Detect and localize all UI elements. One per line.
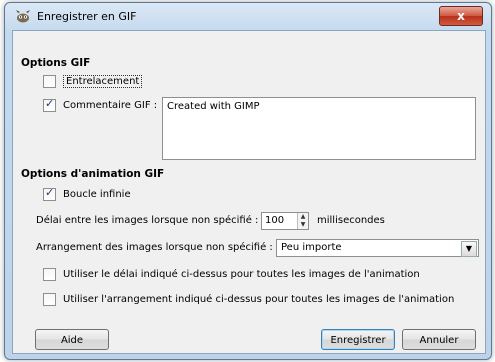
use-delay-label: Utiliser le délai indiqué ci-dessus pour… <box>63 269 420 280</box>
use-disposal-option[interactable]: Utiliser l'arrangement indiqué ci-dessus… <box>43 293 454 306</box>
interlace-checkbox[interactable] <box>43 75 56 88</box>
window-title: Enregistrer en GIF <box>37 10 137 23</box>
disposal-label: Arrangement des images lorsque non spéci… <box>36 242 273 253</box>
comment-label: Commentaire GIF : <box>63 100 158 111</box>
loop-label: Boucle infinie <box>63 189 131 200</box>
loop-option[interactable]: Boucle infinie <box>43 186 131 201</box>
save-button[interactable]: Enregistrer <box>321 329 395 350</box>
delay-label: Délai entre les images lorsque non spéci… <box>36 215 259 226</box>
cancel-button[interactable]: Annuler <box>402 329 476 350</box>
gimp-icon <box>16 10 30 23</box>
loop-checkbox[interactable] <box>43 186 56 201</box>
close-button[interactable]: x <box>439 6 483 26</box>
use-disposal-checkbox[interactable] <box>43 293 56 306</box>
animation-options-heading: Options d'animation GIF <box>21 168 165 180</box>
spin-arrows-icon[interactable]: ▲ ▼ <box>297 213 308 229</box>
gif-options-heading: Options GIF <box>21 57 91 69</box>
use-delay-option[interactable]: Utiliser le délai indiqué ci-dessus pour… <box>43 268 420 281</box>
use-disposal-label: Utiliser l'arrangement indiqué ci-dessus… <box>63 294 455 305</box>
delay-spinbox[interactable]: 100 ▲ ▼ <box>261 212 309 230</box>
delay-value: 100 <box>265 215 285 226</box>
interlace-label: Entrelacement <box>63 75 143 88</box>
delay-unit: millisecondes <box>317 215 385 226</box>
disposal-select[interactable]: Peu importe ▼ <box>276 239 479 257</box>
help-button[interactable]: Aide <box>35 329 109 350</box>
interlace-option[interactable]: Entrelacement <box>43 75 143 88</box>
dialog-content: Options GIF Entrelacement Commentaire GI… <box>12 30 486 354</box>
use-delay-checkbox[interactable] <box>43 268 56 281</box>
chevron-down-icon[interactable]: ▼ <box>461 241 477 257</box>
comment-option[interactable]: Commentaire GIF : <box>43 97 158 112</box>
dialog-window: Enregistrer en GIF x Options GIF Entrela… <box>4 2 492 360</box>
comment-textarea[interactable]: Created with GIMP <box>162 97 476 160</box>
disposal-value: Peu importe <box>281 242 342 253</box>
comment-checkbox[interactable] <box>43 97 56 112</box>
title-bar[interactable]: Enregistrer en GIF x <box>5 3 491 29</box>
